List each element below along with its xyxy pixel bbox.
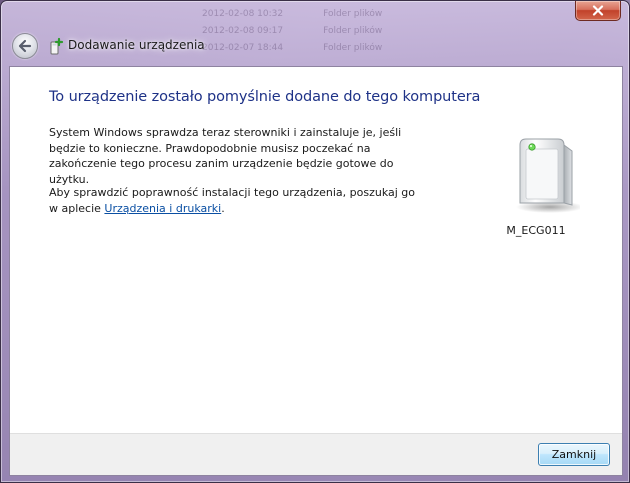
- device-name-label: M_ECG011: [506, 224, 566, 237]
- background-row-type: Folder plików: [323, 9, 383, 19]
- close-button[interactable]: Zamknij: [538, 443, 610, 466]
- driver-info-text: System Windows sprawdza teraz sterowniki…: [49, 126, 402, 186]
- window-close-button[interactable]: [575, 1, 621, 21]
- background-row-date: 2012-02-08 09:17: [202, 26, 284, 36]
- devices-and-printers-link[interactable]: Urządzenia i drukarki: [104, 202, 221, 215]
- background-row-type: Folder plików: [323, 43, 383, 53]
- background-row-date: 2012-02-07 18:44: [202, 43, 284, 53]
- success-heading: To urządzenie zostało pomyślnie dodane d…: [49, 89, 481, 105]
- add-device-icon: [50, 37, 64, 55]
- back-button[interactable]: [12, 33, 38, 59]
- verify-instructions: Aby sprawdzić poprawność instalacji tego…: [49, 185, 419, 216]
- back-arrow-icon: [18, 39, 32, 53]
- dialog-window: 2012-02-08 10:32 Folder plików 2012-02-0…: [0, 0, 630, 483]
- window-title: Dodawanie urządzenia: [68, 38, 205, 52]
- background-row: 2012-02-07 18:44 Folder plików: [196, 43, 626, 59]
- background-row: 2012-02-08 09:17 Folder plików: [196, 26, 626, 42]
- background-row: 2012-02-08 10:32 Folder plików: [196, 9, 626, 25]
- verify-instructions-end: .: [221, 201, 225, 215]
- dialog-content: To urządzenie zostało pomyślnie dodane d…: [9, 66, 623, 476]
- background-file-list: 2012-02-08 10:32 Folder plików 2012-02-0…: [196, 9, 626, 65]
- dialog-footer: Zamknij: [10, 433, 622, 475]
- generic-device-icon: [516, 138, 580, 213]
- close-icon: [592, 5, 604, 16]
- background-row-date: 2012-02-08 10:32: [202, 9, 284, 19]
- background-row-type: Folder plików: [323, 26, 383, 36]
